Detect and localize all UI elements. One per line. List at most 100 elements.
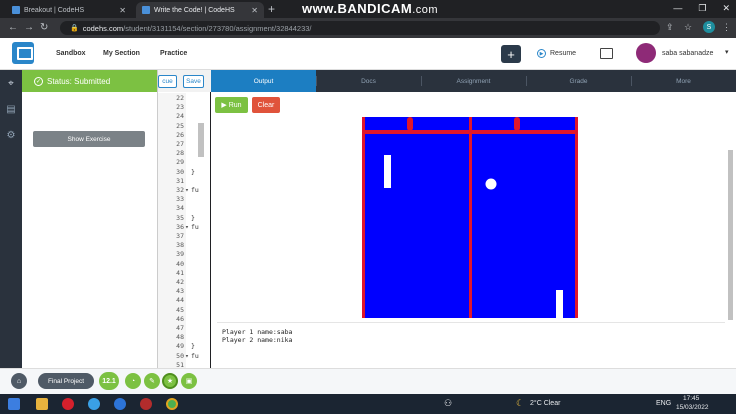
moon-weather-icon: ☾ bbox=[516, 398, 525, 408]
editor-scrollbar[interactable] bbox=[198, 123, 204, 157]
goal-marker-left bbox=[407, 117, 413, 131]
people-icon[interactable]: ⚇ bbox=[444, 398, 452, 409]
browser-tab-breakout[interactable]: Breakout | CodeHS ✕ bbox=[6, 2, 132, 18]
tab-more[interactable]: More bbox=[631, 70, 736, 92]
user-avatar[interactable] bbox=[636, 43, 656, 63]
goal-marker-right bbox=[514, 117, 520, 131]
line-number: 31 bbox=[176, 176, 184, 185]
tab-output[interactable]: Output bbox=[211, 70, 316, 92]
chrome-icon[interactable] bbox=[166, 398, 178, 410]
edge-icon[interactable] bbox=[114, 398, 126, 410]
clock-time[interactable]: 17:45 bbox=[683, 395, 699, 402]
line-number: 43 bbox=[176, 287, 184, 296]
reload-icon[interactable]: ↻ bbox=[40, 22, 48, 33]
address-bar-row: ← → ↻ 🔒 codehs.com/student/3131154/secti… bbox=[0, 18, 736, 38]
level-badge[interactable]: 12.1 bbox=[99, 372, 119, 390]
url-field[interactable]: 🔒 codehs.com/student/3131154/section/273… bbox=[60, 21, 660, 35]
calendar-rail-icon[interactable]: ▤ bbox=[5, 104, 17, 116]
calendar-icon[interactable] bbox=[600, 48, 613, 59]
windows-start-icon[interactable] bbox=[8, 398, 20, 410]
code-text: fu bbox=[191, 186, 199, 194]
tab-separator bbox=[421, 76, 422, 86]
show-exercise-button[interactable]: Show Exercise bbox=[33, 131, 145, 147]
save-button[interactable]: Save bbox=[183, 75, 204, 88]
line-number: 40 bbox=[176, 259, 184, 268]
center-line bbox=[469, 117, 472, 318]
bookmark-star-icon[interactable]: ☆ bbox=[684, 22, 692, 33]
line-number: 29 bbox=[176, 158, 184, 167]
codehs-logo[interactable] bbox=[12, 42, 34, 64]
line-number: 45 bbox=[176, 305, 184, 314]
close-tab-icon[interactable]: ✕ bbox=[119, 6, 126, 15]
tab-separator bbox=[526, 76, 527, 86]
image-icon[interactable]: ▣ bbox=[181, 373, 197, 389]
resume-button[interactable]: ▶ Resume bbox=[537, 49, 576, 58]
run-button[interactable]: ▶ Run bbox=[215, 97, 248, 113]
nav-practice[interactable]: Practice bbox=[160, 50, 187, 57]
code-editor[interactable]: cue Save 22 23 24 25 26 27 28 29 30 31 32 ▾ 33 34 35 36… bbox=[157, 70, 211, 369]
back-arrow-icon[interactable]: ← bbox=[8, 22, 18, 33]
line-number: 22 bbox=[176, 94, 184, 102]
maximize-icon[interactable]: ❐ bbox=[698, 3, 706, 14]
line-number: 34 bbox=[176, 204, 184, 213]
minimize-icon[interactable]: — bbox=[673, 3, 682, 14]
output-console: Player 1 name:saba Player 2 name:nika bbox=[217, 322, 725, 362]
line-number: 39 bbox=[176, 250, 184, 259]
chevron-down-icon[interactable]: ▾ bbox=[725, 48, 729, 56]
settings-gear-icon[interactable]: ⚙ bbox=[5, 130, 17, 142]
file-explorer-icon[interactable] bbox=[36, 398, 48, 410]
codehs-header: Sandbox My Section Practice + ▶ Resume s… bbox=[0, 38, 736, 70]
editor-cut-button[interactable]: cue bbox=[158, 75, 177, 88]
line-number: 23 bbox=[176, 103, 184, 112]
status-submitted-bar: ✓ Status: Submitted bbox=[22, 70, 157, 92]
pencil-icon[interactable]: ✎ bbox=[144, 373, 160, 389]
line-number: 26 bbox=[176, 130, 184, 139]
clock-date[interactable]: 15/03/2022 bbox=[676, 404, 709, 411]
nav-my-section[interactable]: My Section bbox=[103, 50, 140, 57]
line-number: 50 bbox=[176, 351, 184, 360]
output-scrollbar[interactable] bbox=[728, 150, 733, 320]
final-project-button[interactable]: Final Project bbox=[38, 373, 94, 389]
weather-text[interactable]: 2°C Clear bbox=[530, 400, 560, 407]
line-number: 28 bbox=[176, 149, 184, 158]
code-text: } bbox=[191, 167, 195, 176]
video-icon[interactable]: ◔ bbox=[125, 373, 141, 389]
forward-arrow-icon[interactable]: → bbox=[24, 22, 34, 33]
tab-docs[interactable]: Docs bbox=[316, 70, 421, 92]
watermark-brand: www.BANDICAM bbox=[302, 1, 413, 16]
code-text: } bbox=[191, 213, 195, 222]
console-line: Player 1 name:saba bbox=[222, 328, 293, 336]
new-tab-button[interactable]: + bbox=[268, 2, 275, 16]
username[interactable]: saba sabanadze bbox=[662, 50, 713, 57]
line-number: 25 bbox=[176, 121, 184, 130]
close-tab-icon[interactable]: ✕ bbox=[251, 6, 258, 15]
language-indicator[interactable]: ENG bbox=[656, 400, 671, 407]
tab-separator bbox=[316, 76, 317, 86]
code-text: fu bbox=[191, 351, 199, 360]
create-plus-button[interactable]: + bbox=[501, 45, 521, 63]
star-icon[interactable]: ★ bbox=[162, 373, 178, 389]
share-icon[interactable]: ⇪ bbox=[666, 22, 674, 33]
map-icon[interactable]: ⌖ bbox=[5, 78, 17, 90]
line-number: 30 bbox=[176, 167, 184, 176]
tab-grade[interactable]: Grade bbox=[526, 70, 631, 92]
line-number: 32 bbox=[176, 186, 184, 194]
clear-button[interactable]: Clear bbox=[252, 97, 280, 113]
browser-profile-avatar[interactable]: S bbox=[703, 21, 715, 33]
status-label: Status: Submitted bbox=[47, 76, 111, 86]
home-icon[interactable]: ⌂ bbox=[11, 373, 27, 389]
line-number: 36 bbox=[176, 222, 184, 231]
line-number: 38 bbox=[176, 241, 184, 250]
browser-tab-write-code[interactable]: Write the Code! | CodeHS ✕ bbox=[136, 2, 264, 18]
ball bbox=[485, 178, 497, 190]
nav-sandbox[interactable]: Sandbox bbox=[56, 50, 86, 57]
game-canvas[interactable] bbox=[362, 117, 578, 318]
globe-icon[interactable] bbox=[88, 398, 100, 410]
code-text: fu bbox=[191, 222, 199, 231]
record-icon[interactable] bbox=[140, 398, 152, 410]
watermark-tld: .com bbox=[412, 4, 439, 16]
tab-assignment[interactable]: Assignment bbox=[421, 70, 526, 92]
close-window-icon[interactable]: ✕ bbox=[722, 3, 730, 14]
opera-icon[interactable] bbox=[62, 398, 74, 410]
menu-kebab-icon[interactable]: ⋮ bbox=[722, 22, 731, 33]
